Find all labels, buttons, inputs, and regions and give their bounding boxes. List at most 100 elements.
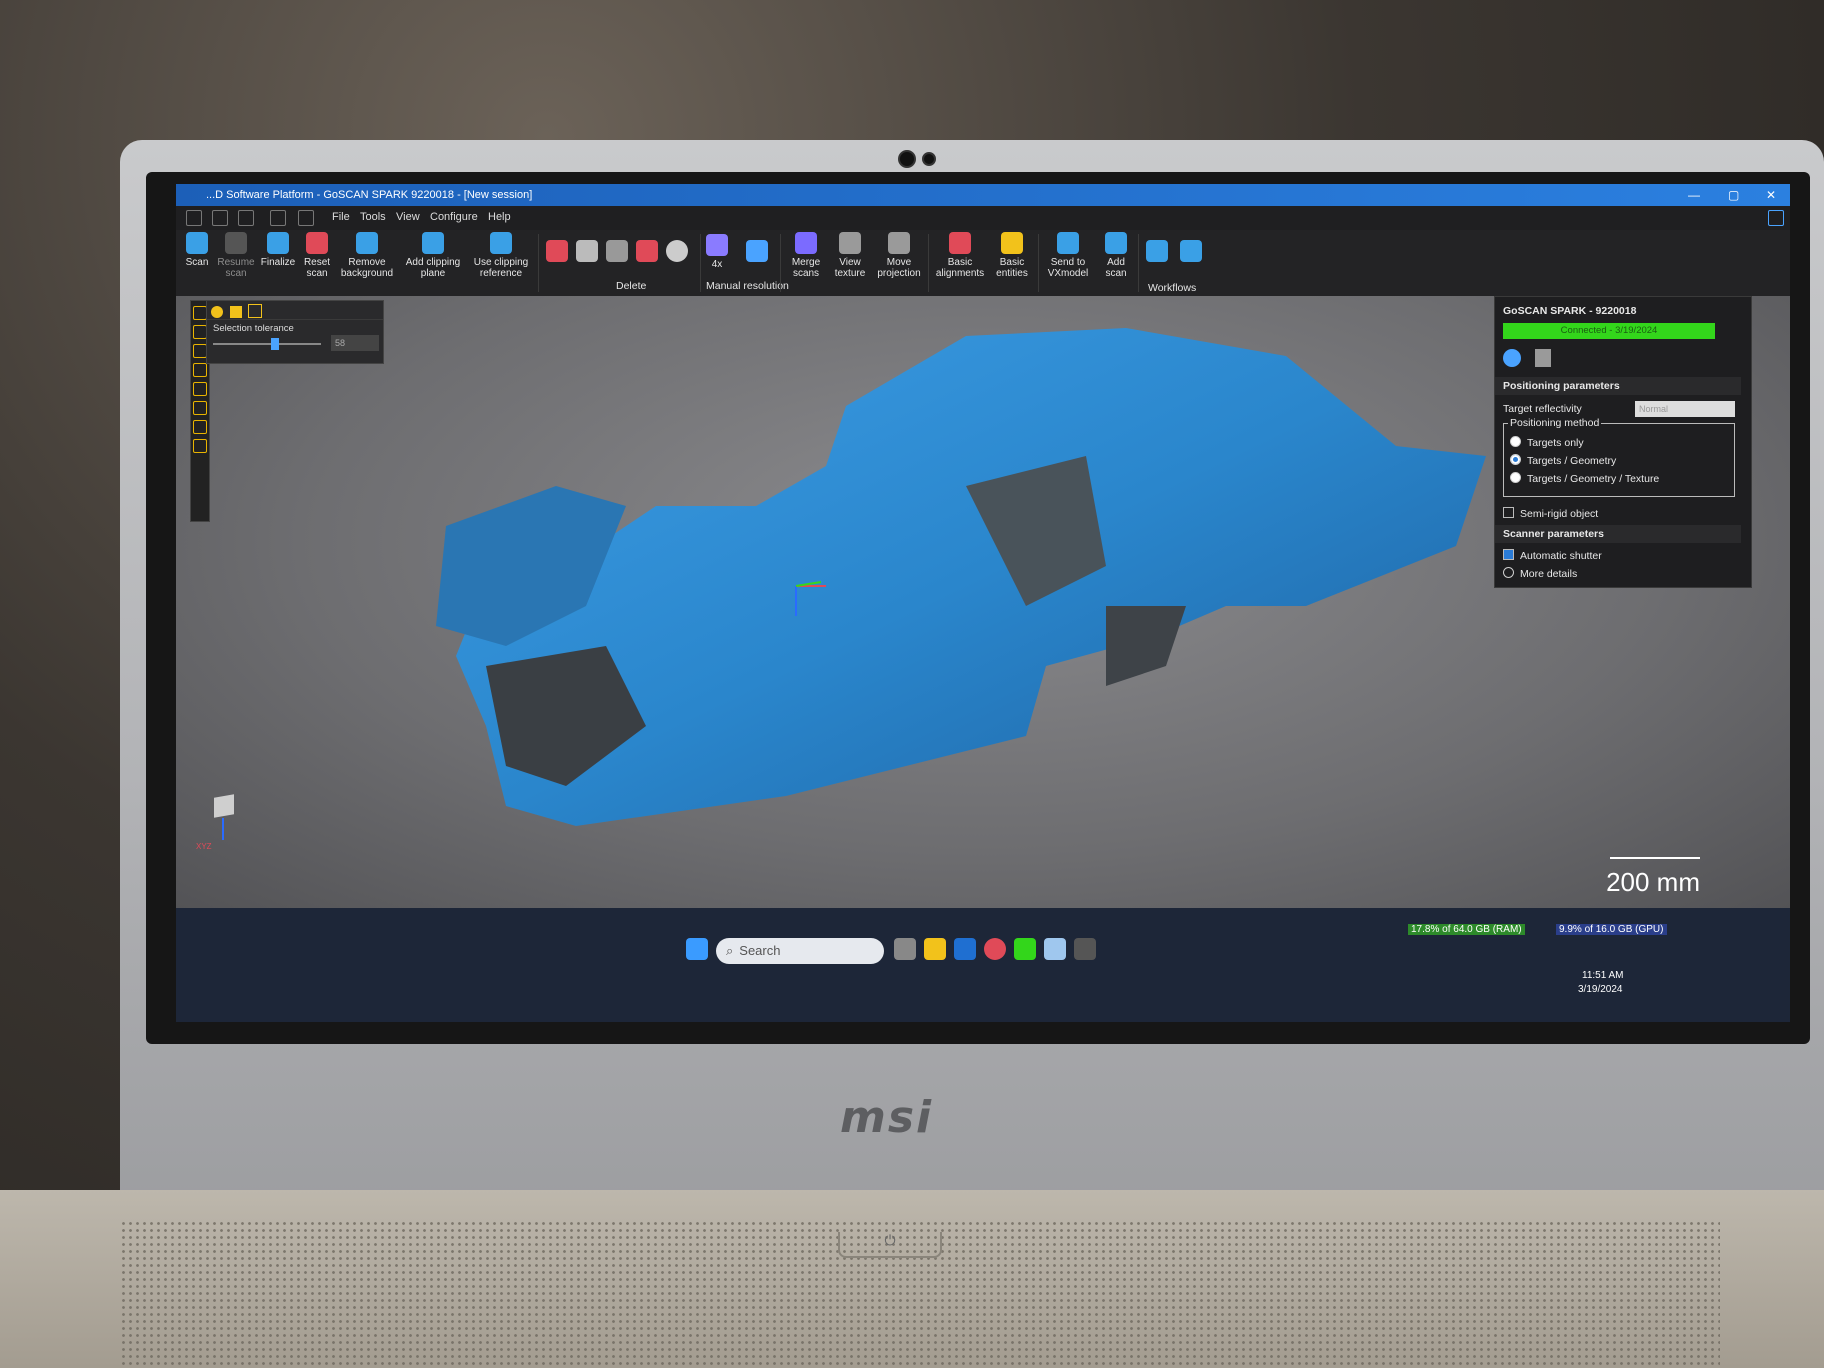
chrome-icon[interactable]	[984, 938, 1006, 960]
polygon-select-icon[interactable]	[193, 344, 207, 358]
automatic-shutter-checkbox[interactable]: Automatic shutter	[1503, 549, 1602, 562]
freeform-select-icon[interactable]	[193, 382, 207, 396]
triangle-select-icon[interactable]	[193, 420, 207, 434]
vx-app-icon[interactable]	[1074, 938, 1096, 960]
semi-rigid-checkbox[interactable]: Semi-rigid object	[1503, 507, 1598, 520]
windows-taskbar: 17.8% of 64.0 GB (RAM) 9.9% of 16.0 GB (…	[176, 908, 1790, 1022]
delete-tool-4[interactable]	[636, 240, 658, 265]
remove-background-button[interactable]: Remove background	[338, 232, 396, 279]
more-details-toggle[interactable]: More details	[1503, 567, 1577, 580]
delete-tool-5[interactable]	[666, 240, 688, 265]
rectangle-select-icon[interactable]	[193, 325, 207, 339]
app-icon[interactable]	[1014, 938, 1036, 960]
webcam-icon	[898, 150, 916, 168]
use-clipping-reference-button[interactable]: Use clipping reference	[470, 232, 532, 279]
move-projection-button[interactable]: Move projection	[874, 232, 924, 279]
invert-select-icon[interactable]	[248, 304, 263, 318]
scan-icon	[186, 232, 208, 254]
ribbon-separator	[1038, 234, 1039, 292]
reset-scan-icon	[306, 232, 328, 254]
menu-tools[interactable]: Tools	[360, 211, 386, 223]
outlook-icon[interactable]	[954, 938, 976, 960]
scanner-parameters-header[interactable]: Scanner parameters	[1495, 525, 1741, 543]
workflow-icon	[1146, 240, 1168, 262]
start-icon[interactable]	[686, 938, 708, 960]
view-texture-button[interactable]: View texture	[830, 232, 870, 279]
workflow-2-button[interactable]	[1180, 240, 1202, 265]
scanner-device-icon[interactable]	[1535, 349, 1551, 367]
circle-select-icon[interactable]	[193, 401, 207, 415]
scanner-target-icon[interactable]	[1503, 349, 1521, 367]
delete-tool-2[interactable]	[576, 240, 598, 265]
brush-select-icon[interactable]	[193, 363, 207, 377]
task-view-icon[interactable]	[894, 938, 916, 960]
method-targets-geometry[interactable]: Targets / Geometry	[1510, 454, 1616, 467]
manual-resolution-4x[interactable]: 4x	[706, 234, 728, 270]
menu-help[interactable]: Help	[488, 211, 511, 223]
ellipse-select-icon[interactable]	[193, 439, 207, 453]
scale-bar	[1610, 857, 1700, 859]
finalize-button[interactable]: Finalize	[258, 232, 298, 268]
tolerance-slider[interactable]	[213, 338, 321, 350]
add-clipping-plane-button[interactable]: Add clipping plane	[402, 232, 464, 279]
power-button[interactable]: ⏻	[838, 1232, 942, 1258]
save-icon[interactable]	[238, 210, 254, 226]
add-scan-button[interactable]: Add scan	[1098, 232, 1134, 279]
resume-scan-button[interactable]: Resume scan	[216, 232, 256, 279]
basic-entities-button[interactable]: Basic entities	[990, 232, 1034, 279]
scale-label: 200 mm	[1606, 867, 1700, 897]
scan-shadow	[1106, 606, 1186, 686]
lasso-icon[interactable]	[193, 306, 207, 320]
positioning-parameters-header[interactable]: Positioning parameters	[1495, 377, 1741, 395]
triangle-icon	[746, 240, 768, 262]
tolerance-slider-handle[interactable]	[271, 338, 279, 350]
reset-scan-button[interactable]: Reset scan	[300, 232, 334, 279]
z-axis-icon	[222, 818, 224, 840]
menu-configure[interactable]: Configure	[430, 211, 478, 223]
target-reflectivity-select[interactable]: Normal	[1635, 401, 1735, 417]
menu-view[interactable]: View	[396, 211, 420, 223]
new-file-icon[interactable]	[212, 210, 228, 226]
import-icon[interactable]	[298, 210, 314, 226]
home-icon[interactable]	[186, 210, 202, 226]
radio-selected-icon	[1510, 454, 1521, 465]
close-button[interactable]: ✕	[1766, 184, 1776, 206]
delete-tool-3[interactable]	[606, 240, 628, 265]
delete-tool-1[interactable]	[546, 240, 568, 265]
gpu-usage: 9.9% of 16.0 GB (GPU)	[1556, 924, 1667, 935]
maximize-button[interactable]: ▢	[1728, 184, 1739, 206]
menu-bar: File Tools View Configure Help	[176, 206, 1790, 230]
merge-icon	[795, 232, 817, 254]
ribbon-separator	[928, 234, 929, 292]
send-to-vxmodel-button[interactable]: Send to VXmodel	[1042, 232, 1094, 279]
window-title: ...D Software Platform - GoSCAN SPARK 92…	[206, 189, 533, 201]
checkbox-checked-icon	[1503, 549, 1514, 560]
group-manual-resolution: Manual resolution	[706, 280, 789, 292]
target-reflectivity-label: Target reflectivity	[1503, 403, 1582, 415]
workflow-1-button[interactable]	[1146, 240, 1168, 265]
minimize-button[interactable]: —	[1688, 184, 1700, 206]
manual-resolution-tool[interactable]	[746, 240, 768, 265]
screen: ...D Software Platform - GoSCAN SPARK 92…	[176, 184, 1790, 1022]
taskbar-search[interactable]: ⌕ Search	[716, 938, 884, 964]
basic-alignments-button[interactable]: Basic alignments	[932, 232, 988, 279]
clock-date[interactable]: 3/19/2024	[1578, 984, 1623, 995]
method-targets-geometry-texture[interactable]: Targets / Geometry / Texture	[1510, 472, 1659, 485]
merge-scans-button[interactable]: Merge scans	[786, 232, 826, 279]
scale-indicator: 200 mm	[1606, 857, 1700, 898]
surface-select-icon[interactable]	[229, 306, 242, 318]
menu-file[interactable]: File	[332, 211, 350, 223]
method-targets-only[interactable]: Targets only	[1510, 436, 1584, 449]
orientation-gizmo[interactable]: XYZ	[196, 788, 246, 854]
sphere-select-icon[interactable]	[211, 306, 223, 318]
view-cube-icon[interactable]	[214, 794, 234, 818]
clock-time[interactable]: 11:51 AM	[1582, 970, 1624, 981]
help-icon[interactable]	[1768, 210, 1784, 226]
file-explorer-icon[interactable]	[924, 938, 946, 960]
3d-viewport[interactable]: Selection tolerance 58 XYZ GoSCAN SPARK …	[176, 296, 1790, 908]
wand-icon	[576, 240, 598, 262]
export-icon[interactable]	[270, 210, 286, 226]
ribbon-separator	[538, 234, 539, 292]
app-icon[interactable]	[1044, 938, 1066, 960]
scan-button[interactable]: Scan	[180, 232, 214, 268]
